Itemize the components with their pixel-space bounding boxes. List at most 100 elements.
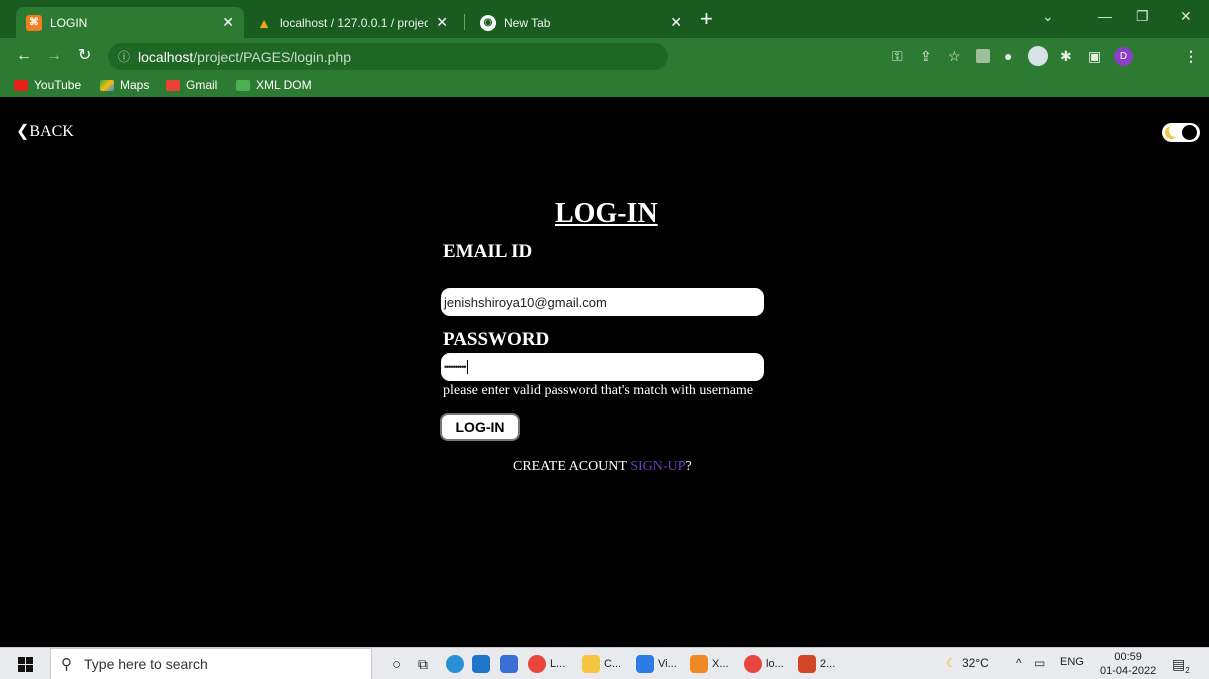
bookmark-label: Gmail — [186, 78, 218, 92]
xampp-icon — [690, 655, 708, 673]
notification-count: 2 — [1185, 665, 1190, 675]
taskbar-search-input[interactable]: ⚲ Type here to search — [50, 648, 372, 679]
email-field[interactable]: jenishshiroya10@gmail.com — [441, 288, 764, 316]
chevron-left-icon: ❮ — [16, 123, 30, 140]
gmail-icon — [166, 79, 180, 91]
vscode-icon — [636, 655, 654, 673]
extension-icon[interactable] — [976, 49, 990, 63]
tab-title: New Tab — [504, 15, 551, 30]
close-window-icon[interactable]: ✕ — [1180, 8, 1192, 25]
url-host: localhost — [138, 48, 194, 65]
bookmark-star-icon[interactable]: ☆ — [948, 48, 961, 65]
close-tab-icon[interactable]: ✕ — [222, 14, 234, 31]
app-label: C... — [604, 658, 622, 670]
taskbar-app-1[interactable]: L... — [528, 653, 565, 675]
app-label: Vi... — [658, 658, 677, 670]
windows-start-icon[interactable] — [18, 657, 33, 672]
share-icon[interactable]: ⇪ — [920, 48, 932, 65]
tab-login[interactable]: ⌘ LOGIN ✕ — [16, 7, 244, 38]
w3schools-icon — [236, 79, 250, 91]
minimize-icon[interactable]: — — [1098, 8, 1112, 24]
tab-divider — [464, 14, 465, 30]
task-view-icon[interactable]: ⧉ — [418, 653, 428, 675]
create-account-text: CREATE ACOUNT SIGN-UP? — [513, 459, 692, 475]
email-value: jenishshiroya10@gmail.com — [444, 294, 607, 310]
extensions-puzzle-icon[interactable]: ✱ — [1060, 48, 1072, 65]
taskbar-app-3[interactable]: Vi... — [636, 653, 677, 675]
moon-icon — [1165, 126, 1178, 139]
taskbar-app-2[interactable]: C... — [582, 653, 621, 675]
tab-title: localhost / 127.0.0.1 / project / re — [280, 15, 429, 30]
side-panel-icon[interactable]: ▣ — [1088, 48, 1101, 65]
create-account-label: CREATE ACOUNT — [513, 459, 631, 474]
chrome-icon — [744, 655, 762, 673]
bookmark-maps[interactable]: Maps — [100, 78, 149, 92]
taskbar-app-5[interactable]: lo... — [744, 653, 784, 675]
notification-icon[interactable]: ▤2 — [1172, 656, 1190, 675]
forward-arrow-icon[interactable]: → — [46, 47, 62, 65]
bookmark-label: YouTube — [34, 78, 82, 92]
signup-link[interactable]: SIGN-UP — [630, 459, 685, 474]
address-bar[interactable]: ⓘ localhost /project/PAGES/login.php — [108, 43, 668, 70]
back-arrow-icon[interactable]: ← — [16, 47, 32, 65]
chrome-icon — [528, 655, 546, 673]
bookmark-xml-dom[interactable]: XML DOM — [236, 78, 312, 92]
new-tab-button[interactable]: + — [700, 8, 713, 30]
login-button[interactable]: LOG-IN — [440, 413, 520, 441]
edge-icon — [446, 655, 464, 673]
password-value: •••••••••• — [444, 362, 466, 372]
menu-kebab-icon[interactable]: ⋮ — [1184, 48, 1198, 65]
app-label: L... — [550, 658, 566, 670]
mail-icon — [472, 655, 490, 673]
bookmark-label: Maps — [120, 78, 150, 92]
bookmark-youtube[interactable]: YouTube — [14, 78, 81, 92]
folder-icon — [582, 655, 600, 673]
taskbar-store[interactable] — [500, 653, 522, 675]
tab-search-icon[interactable]: ⌄ — [1042, 8, 1054, 25]
back-link[interactable]: ❮BACK — [16, 121, 74, 141]
taskbar-clock[interactable]: 00:59 01-04-2022 — [1100, 650, 1156, 678]
avatar-icon[interactable] — [1028, 46, 1048, 66]
validation-message: please enter valid password that's match… — [443, 383, 754, 398]
youtube-icon — [14, 79, 28, 91]
search-icon: ⚲ — [61, 656, 72, 673]
xampp-icon: ⌘ — [26, 14, 42, 31]
tab-new-tab[interactable]: ◉ New Tab ✕ — [470, 7, 692, 38]
reload-icon[interactable]: ↻ — [78, 47, 91, 65]
powerpoint-icon — [798, 655, 816, 673]
close-tab-icon[interactable]: ✕ — [436, 14, 448, 31]
bookmarks-bar: YouTube Maps Gmail XML DOM — [0, 75, 1209, 97]
bookmark-label: XML DOM — [256, 78, 312, 92]
url-path: /project/PAGES/login.php — [193, 48, 351, 65]
battery-icon[interactable]: ▭ — [1034, 656, 1045, 670]
password-field[interactable]: •••••••••• — [441, 353, 764, 381]
text-caret — [466, 360, 468, 374]
dark-mode-toggle[interactable] — [1162, 123, 1200, 142]
profile-avatar[interactable]: D — [1114, 47, 1133, 66]
clock-date: 01-04-2022 — [1100, 665, 1157, 677]
weather-icon[interactable]: ☾ — [946, 656, 957, 670]
taskbar-app-6[interactable]: 2... — [798, 653, 835, 675]
tab-phpmyadmin[interactable]: ▲ localhost / 127.0.0.1 / project / re ✕ — [246, 7, 458, 38]
tab-title: LOGIN — [50, 15, 88, 30]
maps-icon — [100, 79, 114, 91]
password-label: PASSWORD — [443, 329, 550, 350]
key-icon[interactable]: ⚿ — [892, 48, 903, 65]
bookmark-gmail[interactable]: Gmail — [166, 78, 217, 92]
cortana-icon[interactable]: ○ — [392, 653, 401, 675]
phpmyadmin-icon: ▲ — [257, 14, 271, 31]
close-tab-icon[interactable]: ✕ — [670, 14, 682, 31]
taskbar-mail[interactable] — [472, 653, 494, 675]
info-icon[interactable]: ⓘ — [118, 48, 130, 65]
windows-taskbar: ⚲ Type here to search ○ ⧉ L... C... Vi..… — [0, 647, 1209, 679]
weather-temp[interactable]: 32°C — [962, 656, 989, 670]
email-label: EMAIL ID — [443, 241, 533, 262]
taskbar-app-4[interactable]: X... — [690, 653, 729, 675]
clock-time: 00:59 — [1114, 651, 1142, 663]
browser-toolbar: ← → ↻ ⓘ localhost /project/PAGES/login.p… — [0, 38, 1209, 75]
language-indicator[interactable]: ENG — [1060, 656, 1084, 668]
tray-chevron-up-icon[interactable]: ^ — [1016, 656, 1022, 670]
extension-icon[interactable]: ● — [1004, 48, 1012, 64]
restore-icon[interactable]: ❐ — [1136, 8, 1149, 25]
taskbar-edge[interactable] — [446, 653, 468, 675]
